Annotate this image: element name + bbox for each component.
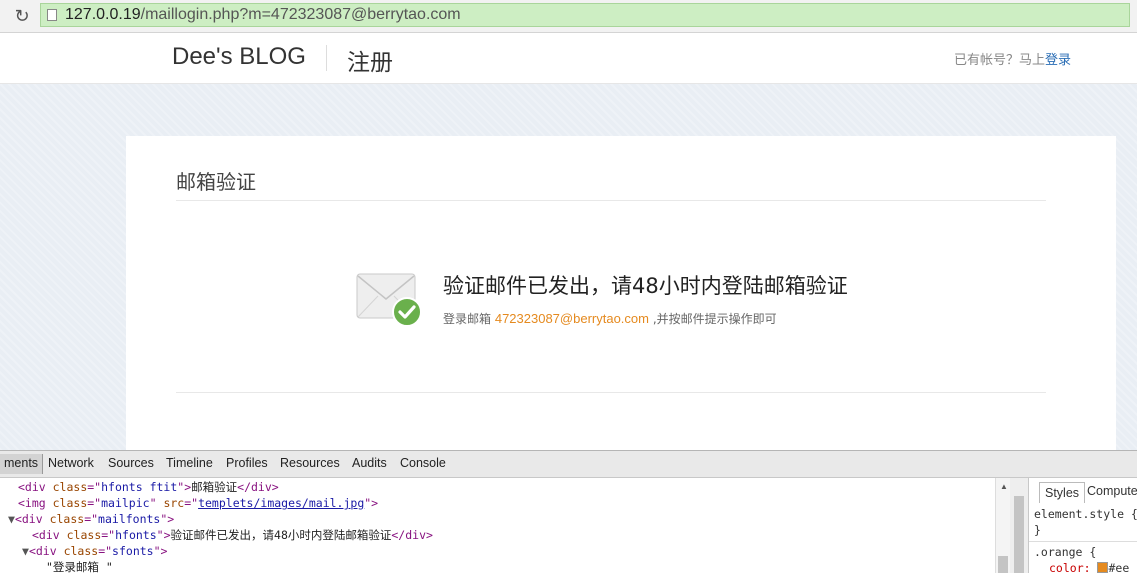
tab-network[interactable]: Network — [48, 456, 94, 470]
tab-timeline[interactable]: Timeline — [166, 456, 213, 470]
scroll-up-icon[interactable]: ▲ — [1000, 482, 1008, 491]
dom-node-mailfonts[interactable]: ▼<div class="mailfonts"> — [8, 511, 174, 527]
dom-node-img[interactable]: <img class="mailpic" src="templets/image… — [18, 495, 378, 511]
element-style-rule[interactable]: element.style { — [1034, 507, 1137, 521]
dom-title-text: 邮箱验证 — [191, 480, 238, 494]
login-link[interactable]: 登录 — [1045, 53, 1071, 68]
tab-elements[interactable]: ments — [0, 454, 44, 474]
message-detail: 登录邮箱 472323087@berrytao.com ,并按邮件提示操作即可 — [443, 310, 777, 327]
expand-triangle-icon[interactable]: ▼ — [8, 512, 15, 526]
dom-hfonts-text: 验证邮件已发出，请48小时内登陆邮箱验证 — [170, 528, 392, 542]
site-brand[interactable]: Dee's BLOG — [172, 43, 306, 71]
dom-scrollbar[interactable]: ▲ — [995, 478, 1011, 573]
divider-bottom — [176, 392, 1046, 393]
page-background: 邮箱验证 验证邮件已发出，请48小时内登陆邮箱验证 登录邮箱 472323087… — [0, 84, 1137, 456]
tab-styles[interactable]: Styles — [1039, 482, 1086, 503]
login-prompt-text: 已有帐号？马上 — [953, 53, 1045, 68]
dom-node-hfonts[interactable]: <div class="hfonts">验证邮件已发出，请48小时内登陆邮箱验证… — [32, 527, 433, 543]
color-value: #ee — [1108, 561, 1130, 575]
page-title: 注册 — [347, 50, 393, 76]
element-style-close: } — [1034, 523, 1041, 537]
dom-node-title[interactable]: <div class="hfonts ftit">邮箱验证</div> — [18, 479, 279, 495]
orange-color-decl[interactable]: color: #ee — [1049, 561, 1129, 575]
styles-subtabs: Styles Compute — [1029, 482, 1137, 504]
scroll-thumb[interactable] — [998, 556, 1008, 573]
expand-triangle-icon[interactable]: ▼ — [22, 544, 29, 558]
tab-console[interactable]: Console — [400, 456, 446, 470]
tab-audits[interactable]: Audits — [352, 456, 387, 470]
divider-top — [176, 200, 1046, 201]
pane-scrollbar[interactable] — [1010, 478, 1028, 573]
page-icon — [47, 9, 57, 21]
email-address: 472323087@berrytao.com — [494, 311, 649, 326]
verification-card: 邮箱验证 验证邮件已发出，请48小时内登陆邮箱验证 登录邮箱 472323087… — [126, 136, 1116, 456]
header-divider — [326, 45, 327, 71]
dom-text-node[interactable]: "登录邮箱 " — [46, 559, 113, 575]
tab-sources[interactable]: Sources — [108, 456, 154, 470]
message-headline: 验证邮件已发出，请48小时内登陆邮箱验证 — [443, 274, 848, 298]
login-prompt: 已有帐号？马上登录 — [954, 49, 1071, 68]
rule-separator — [1029, 541, 1137, 542]
styles-pane: Styles Compute element.style { } .orange… — [1028, 478, 1137, 575]
tab-resources[interactable]: Resources — [280, 456, 340, 470]
site-header: Dee's BLOG 注册 已有帐号？马上登录 — [0, 33, 1137, 84]
message-prefix: 登录邮箱 — [443, 312, 492, 326]
dom-node-sfonts[interactable]: ▼<div class="sfonts"> — [22, 543, 167, 559]
card-title: 邮箱验证 — [176, 170, 256, 194]
address-bar[interactable]: 127.0.0.19/maillogin.php?m=472323087@ber… — [40, 3, 1130, 27]
orange-rule[interactable]: .orange { — [1034, 545, 1096, 559]
browser-toolbar: ↻ 127.0.0.19/maillogin.php?m=472323087@b… — [0, 0, 1137, 33]
url-text[interactable]: 127.0.0.19/maillogin.php?m=472323087@ber… — [65, 6, 461, 24]
pane-scroll-thumb[interactable] — [1014, 496, 1024, 573]
url-host: 127.0.0.19 — [65, 6, 141, 23]
dom-tree[interactable]: <div class="hfonts ftit">邮箱验证</div> <img… — [0, 478, 995, 575]
tab-computed[interactable]: Compute — [1087, 484, 1137, 498]
devtools-panel: ments Network Sources Timeline Profiles … — [0, 450, 1137, 575]
devtools-tabbar: ments Network Sources Timeline Profiles … — [0, 451, 1137, 478]
tab-profiles[interactable]: Profiles — [226, 456, 268, 470]
url-path: /maillogin.php?m=472323087@berrytao.com — [140, 6, 461, 23]
message-suffix: ,并按邮件提示操作即可 — [652, 312, 777, 326]
mail-check-icon — [356, 273, 422, 327]
color-prop: color: — [1049, 561, 1091, 575]
reload-icon[interactable]: ↻ — [12, 6, 32, 26]
img-src-link[interactable]: templets/images/mail.jpg — [198, 496, 364, 510]
color-swatch[interactable] — [1097, 562, 1109, 573]
